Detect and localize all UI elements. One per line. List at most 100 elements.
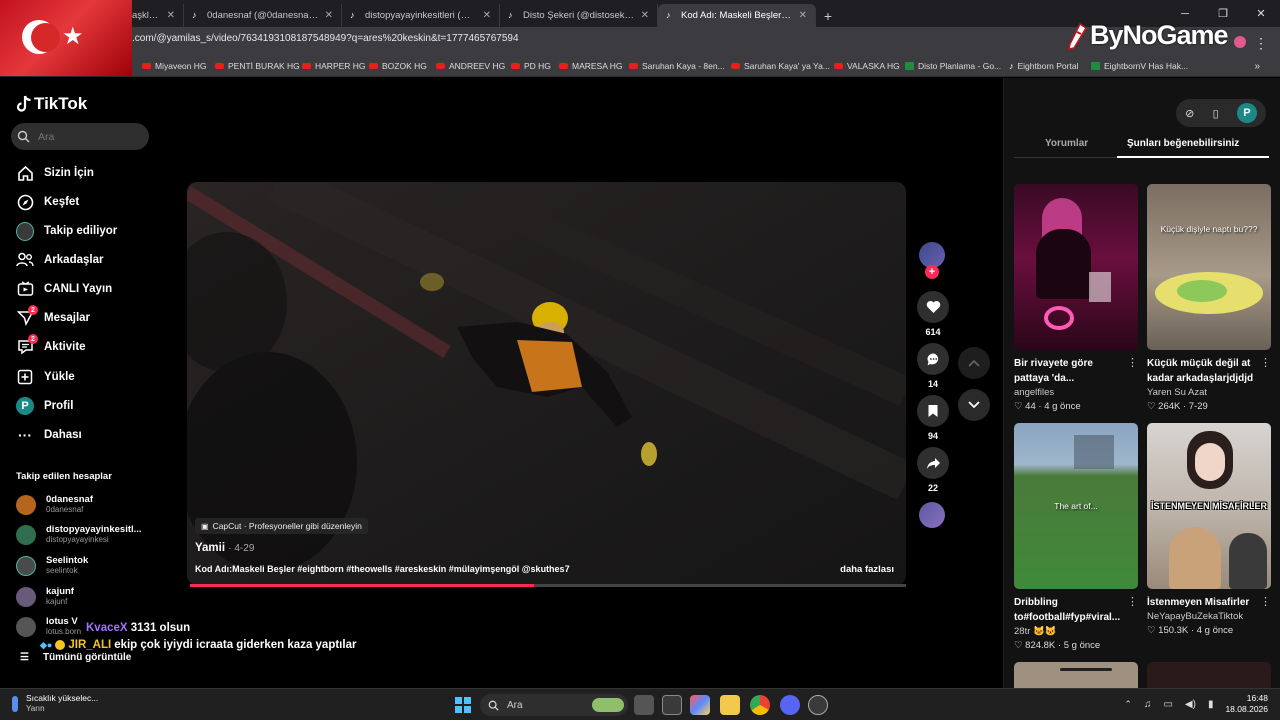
suggested-video-thumbnail-partial[interactable]	[1147, 662, 1271, 688]
compass-icon[interactable]: ⊘	[1185, 107, 1194, 120]
bookmark-item[interactable]: ♪ Eightborn Portal	[1009, 61, 1078, 71]
close-tab-icon[interactable]: ✕	[641, 10, 649, 21]
next-video-button[interactable]	[958, 389, 990, 421]
task-view-icon[interactable]	[634, 695, 654, 715]
battery-icon[interactable]: ▮	[1208, 699, 1214, 710]
card-menu-icon[interactable]: ⋮	[1260, 595, 1271, 608]
close-tab-icon[interactable]: ✕	[483, 10, 491, 21]
music-disc-avatar[interactable]	[919, 502, 945, 528]
profile-avatar-icon[interactable]	[1234, 36, 1246, 48]
bookmark-item[interactable]: BOZOK HG	[369, 61, 427, 71]
bookmark-item[interactable]: MARESA HG	[559, 61, 623, 71]
volume-icon[interactable]: ◀)	[1185, 699, 1196, 710]
video-thumbnail[interactable]: Küçük dişiyle naptı bu???	[1147, 184, 1271, 350]
profile-icon[interactable]: P	[1236, 103, 1257, 123]
save-button[interactable]	[917, 395, 949, 427]
suggested-video-card[interactable]: İSTENMEYEN MİSAFİRLER İstenmeyen Misafir…	[1147, 423, 1271, 636]
bookmark-item[interactable]: EightbornV Has Hak...	[1091, 61, 1188, 71]
followed-account[interactable]: Seelintok seelintok	[16, 555, 88, 576]
nav-messages[interactable]: 2 Mesajlar	[16, 305, 90, 327]
close-tab-icon[interactable]: ✕	[325, 10, 333, 21]
more-caption-button[interactable]: daha fazlası	[840, 564, 894, 575]
tiktok-logo[interactable]: TikTok	[16, 94, 87, 114]
suggested-video-card[interactable]: Bir rivayete göre pattaya 'da... angelfi…	[1014, 184, 1138, 412]
video-thumbnail[interactable]: İSTENMEYEN MİSAFİRLER	[1147, 423, 1271, 589]
tiktok-note-icon	[16, 95, 31, 112]
close-tab-icon[interactable]: ✕	[799, 10, 807, 21]
screen: aşklı flö ✕ ♪ 0danesnaf (@0danesnaf) | T…	[0, 0, 1280, 720]
copilot-icon[interactable]	[690, 695, 710, 715]
video-thumbnail[interactable]: The art of...	[1014, 423, 1138, 589]
suggested-video-card[interactable]: The art of... Dribbling to#football#fyp#…	[1014, 423, 1138, 651]
nav-explore[interactable]: Keşfet	[16, 193, 79, 211]
bookmark-item[interactable]: PD HG	[511, 61, 551, 71]
new-tab-button[interactable]: +	[816, 4, 840, 27]
tab-you-may-like[interactable]: Şunları beğenebilirsiniz	[1127, 138, 1239, 149]
nav-live[interactable]: CANLI Yayın	[16, 280, 112, 298]
chat-text: ekip çok iyiydi icraata giderken kaza ya…	[114, 639, 357, 651]
see-all-button[interactable]: ☰ Tümünü görüntüle	[20, 652, 131, 663]
search-box[interactable]	[11, 123, 149, 150]
bookmark-item[interactable]: Saruhan Kaya' ya Ya...	[731, 61, 830, 71]
followed-account[interactable]: distopyayayinkesitl... distopyayayinkesi	[16, 524, 142, 545]
browser-tab-active[interactable]: ♪ Kod Adı: Maskeli Beşler - Eightb ✕	[658, 4, 816, 27]
video-author[interactable]: Yamii · 4-29	[195, 542, 254, 554]
browser-menu-icon[interactable]: ⋮	[1254, 35, 1268, 52]
previous-video-button[interactable]	[958, 347, 990, 379]
nav-friends[interactable]: Arkadaşlar	[16, 251, 103, 269]
nav-upload[interactable]: Yükle	[16, 368, 75, 386]
url-field[interactable]: .com/@yamilas_s/video/763419310818754894…	[132, 33, 519, 44]
browser-tab[interactable]: ♪ Disto Şekeri (@distosekeri) | Tik ✕	[500, 4, 658, 27]
bookmark-item[interactable]: VALASKA HG	[834, 61, 900, 71]
video-progress-bar[interactable]	[190, 584, 906, 587]
chevron-up-icon[interactable]: ⌃	[1124, 699, 1132, 710]
close-tab-icon[interactable]: ✕	[167, 10, 175, 21]
browser-tab[interactable]: aşklı flö ✕	[124, 4, 184, 27]
close-window-icon[interactable]: ✕	[1242, 0, 1280, 27]
weather-widget[interactable]: Sıcaklık yükselec... Yarın	[12, 693, 98, 714]
bookmark-item[interactable]: ANDREEV HG	[436, 61, 505, 71]
followed-account[interactable]: lotus Vlotus.born	[16, 616, 81, 637]
bookmark-item[interactable]: PENTİ BURAK HG	[215, 61, 300, 71]
bookmarks-overflow-button[interactable]: »	[1254, 61, 1260, 72]
card-menu-icon[interactable]: ⋮	[1127, 356, 1138, 369]
discord-icon[interactable]	[780, 695, 800, 715]
bookmark-item[interactable]: Saruhan Kaya - 8en...	[629, 61, 725, 71]
bookmark-item[interactable]: HARPER HG	[302, 61, 366, 71]
card-menu-icon[interactable]: ⋮	[1260, 356, 1271, 369]
browser-tab[interactable]: ♪ 0danesnaf (@0danesnaf) | TikTo ✕	[184, 4, 342, 27]
followed-account[interactable]: kajunf kajunf	[16, 586, 74, 607]
followed-account[interactable]: 0danesnaf 0danesnaf	[16, 494, 93, 515]
nav-profile[interactable]: P Profil	[16, 397, 73, 415]
video-player[interactable]: ▣ CapCut · Profesyoneller gibi düzenleyi…	[187, 182, 906, 585]
bookmark-item[interactable]: Disto Planlama - Go...	[905, 61, 1001, 71]
clock[interactable]: 16:48 18.08.2026	[1225, 693, 1268, 715]
suggested-video-card[interactable]: Küçük dişiyle naptı bu??? Küçük müçük de…	[1147, 184, 1271, 412]
comment-button[interactable]	[917, 343, 949, 375]
tiktok-favicon-icon: ♪	[350, 10, 355, 20]
video-thumbnail[interactable]	[1014, 184, 1138, 350]
search-input[interactable]	[38, 130, 138, 143]
follow-plus-icon[interactable]: +	[925, 265, 939, 279]
microphone-icon[interactable]: ♫	[1144, 699, 1152, 710]
like-button[interactable]	[917, 291, 949, 323]
nav-more[interactable]: ··· Dahası	[16, 426, 82, 444]
start-button[interactable]	[455, 697, 471, 713]
card-menu-icon[interactable]: ⋮	[1127, 595, 1138, 608]
chrome-icon[interactable]	[750, 695, 770, 715]
capcut-promo[interactable]: ▣ CapCut · Profesyoneller gibi düzenleyi…	[195, 518, 368, 534]
mobile-icon[interactable]: ▯	[1213, 107, 1219, 120]
tab-comments[interactable]: Yorumlar	[1045, 138, 1088, 149]
bookmark-item[interactable]: Miyaveon HG	[142, 61, 207, 71]
file-explorer-icon[interactable]	[720, 695, 740, 715]
browser-tab[interactable]: ♪ distopyayayinkesitleri (@distopy ✕	[342, 4, 500, 27]
obs-icon[interactable]	[808, 695, 828, 715]
nav-activity[interactable]: 2 Aktivite	[16, 334, 86, 356]
nav-for-you[interactable]: Sizin İçin	[16, 164, 94, 182]
suggested-video-thumbnail-partial[interactable]	[1014, 662, 1138, 688]
store-icon[interactable]	[662, 695, 682, 715]
nav-following[interactable]: Takip ediliyor	[16, 221, 117, 241]
network-icon[interactable]: ▭	[1163, 699, 1172, 710]
share-button[interactable]	[917, 447, 949, 479]
taskbar-search[interactable]: Ara	[480, 694, 628, 716]
